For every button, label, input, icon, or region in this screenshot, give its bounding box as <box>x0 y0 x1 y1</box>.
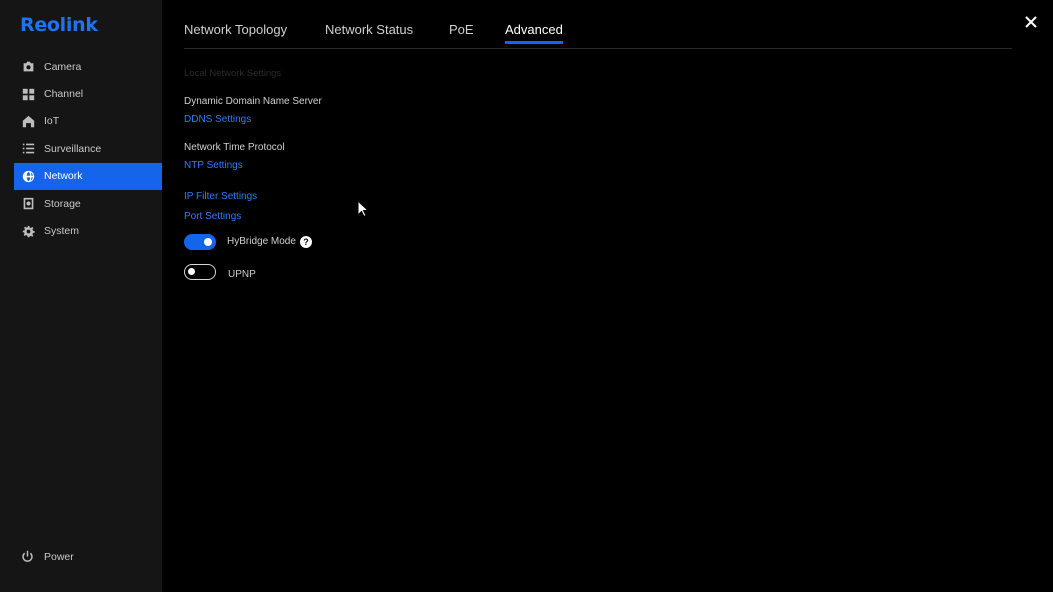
sidebar-item-label: Channel <box>44 88 84 101</box>
tab-bar: Network Topology Network Status PoE Adva… <box>184 0 1012 49</box>
reolink-logo: Reolink <box>20 14 98 36</box>
upnp-label: UPNP <box>228 269 256 280</box>
sidebar-item-surveillance[interactable]: Surveillance <box>14 135 162 162</box>
home-icon <box>21 114 35 128</box>
ntp-settings-link[interactable]: NTP Settings <box>184 160 243 171</box>
upnp-toggle[interactable] <box>184 264 216 280</box>
sidebar-item-iot[interactable]: IoT <box>14 108 162 135</box>
tab-network-topology[interactable]: Network Topology <box>184 22 287 44</box>
hybridge-mode-label: HyBridge Mode <box>227 236 296 247</box>
sidebar-item-label: Storage <box>44 197 81 210</box>
storage-icon <box>21 197 35 211</box>
power-button[interactable]: Power <box>21 550 74 564</box>
tab-network-status[interactable]: Network Status <box>325 22 413 44</box>
sidebar-item-channel[interactable]: Channel <box>14 80 162 107</box>
sidebar-item-network[interactable]: Network <box>14 162 162 190</box>
hybridge-mode-toggle[interactable] <box>184 234 216 250</box>
gear-icon <box>21 224 35 238</box>
help-icon[interactable]: ? <box>300 236 312 248</box>
camera-icon <box>21 60 35 74</box>
sidebar-nav: Camera Channel IoT Surveillance Network <box>14 53 162 245</box>
tab-advanced[interactable]: Advanced <box>505 22 563 44</box>
power-icon <box>21 550 35 564</box>
tab-poe[interactable]: PoE <box>449 22 474 44</box>
sidebar-item-label: Network <box>44 170 83 183</box>
sidebar-item-camera[interactable]: Camera <box>14 53 162 80</box>
list-icon <box>21 142 35 156</box>
power-label: Power <box>44 551 74 563</box>
sidebar-item-label: IoT <box>44 115 60 128</box>
sidebar-item-system[interactable]: System <box>14 217 162 244</box>
mouse-cursor-icon <box>357 200 369 218</box>
ntp-label: Network Time Protocol <box>184 142 285 153</box>
sidebar: Reolink Camera Channel IoT Surveillance <box>0 0 162 592</box>
sidebar-item-label: Camera <box>44 60 82 73</box>
globe-icon <box>21 169 35 183</box>
sidebar-item-storage[interactable]: Storage <box>14 190 162 217</box>
ddns-settings-link[interactable]: DDNS Settings <box>184 114 251 125</box>
ip-filter-settings-link[interactable]: IP Filter Settings <box>184 191 257 202</box>
ddns-label: Dynamic Domain Name Server <box>184 96 322 107</box>
close-icon <box>1024 16 1038 33</box>
sidebar-item-label: Surveillance <box>44 142 102 155</box>
section-header-local-network: Local Network Settings <box>184 68 282 79</box>
grid-icon <box>21 87 35 101</box>
close-button[interactable] <box>1024 15 1042 33</box>
port-settings-link[interactable]: Port Settings <box>184 211 241 222</box>
sidebar-item-label: System <box>44 225 80 238</box>
